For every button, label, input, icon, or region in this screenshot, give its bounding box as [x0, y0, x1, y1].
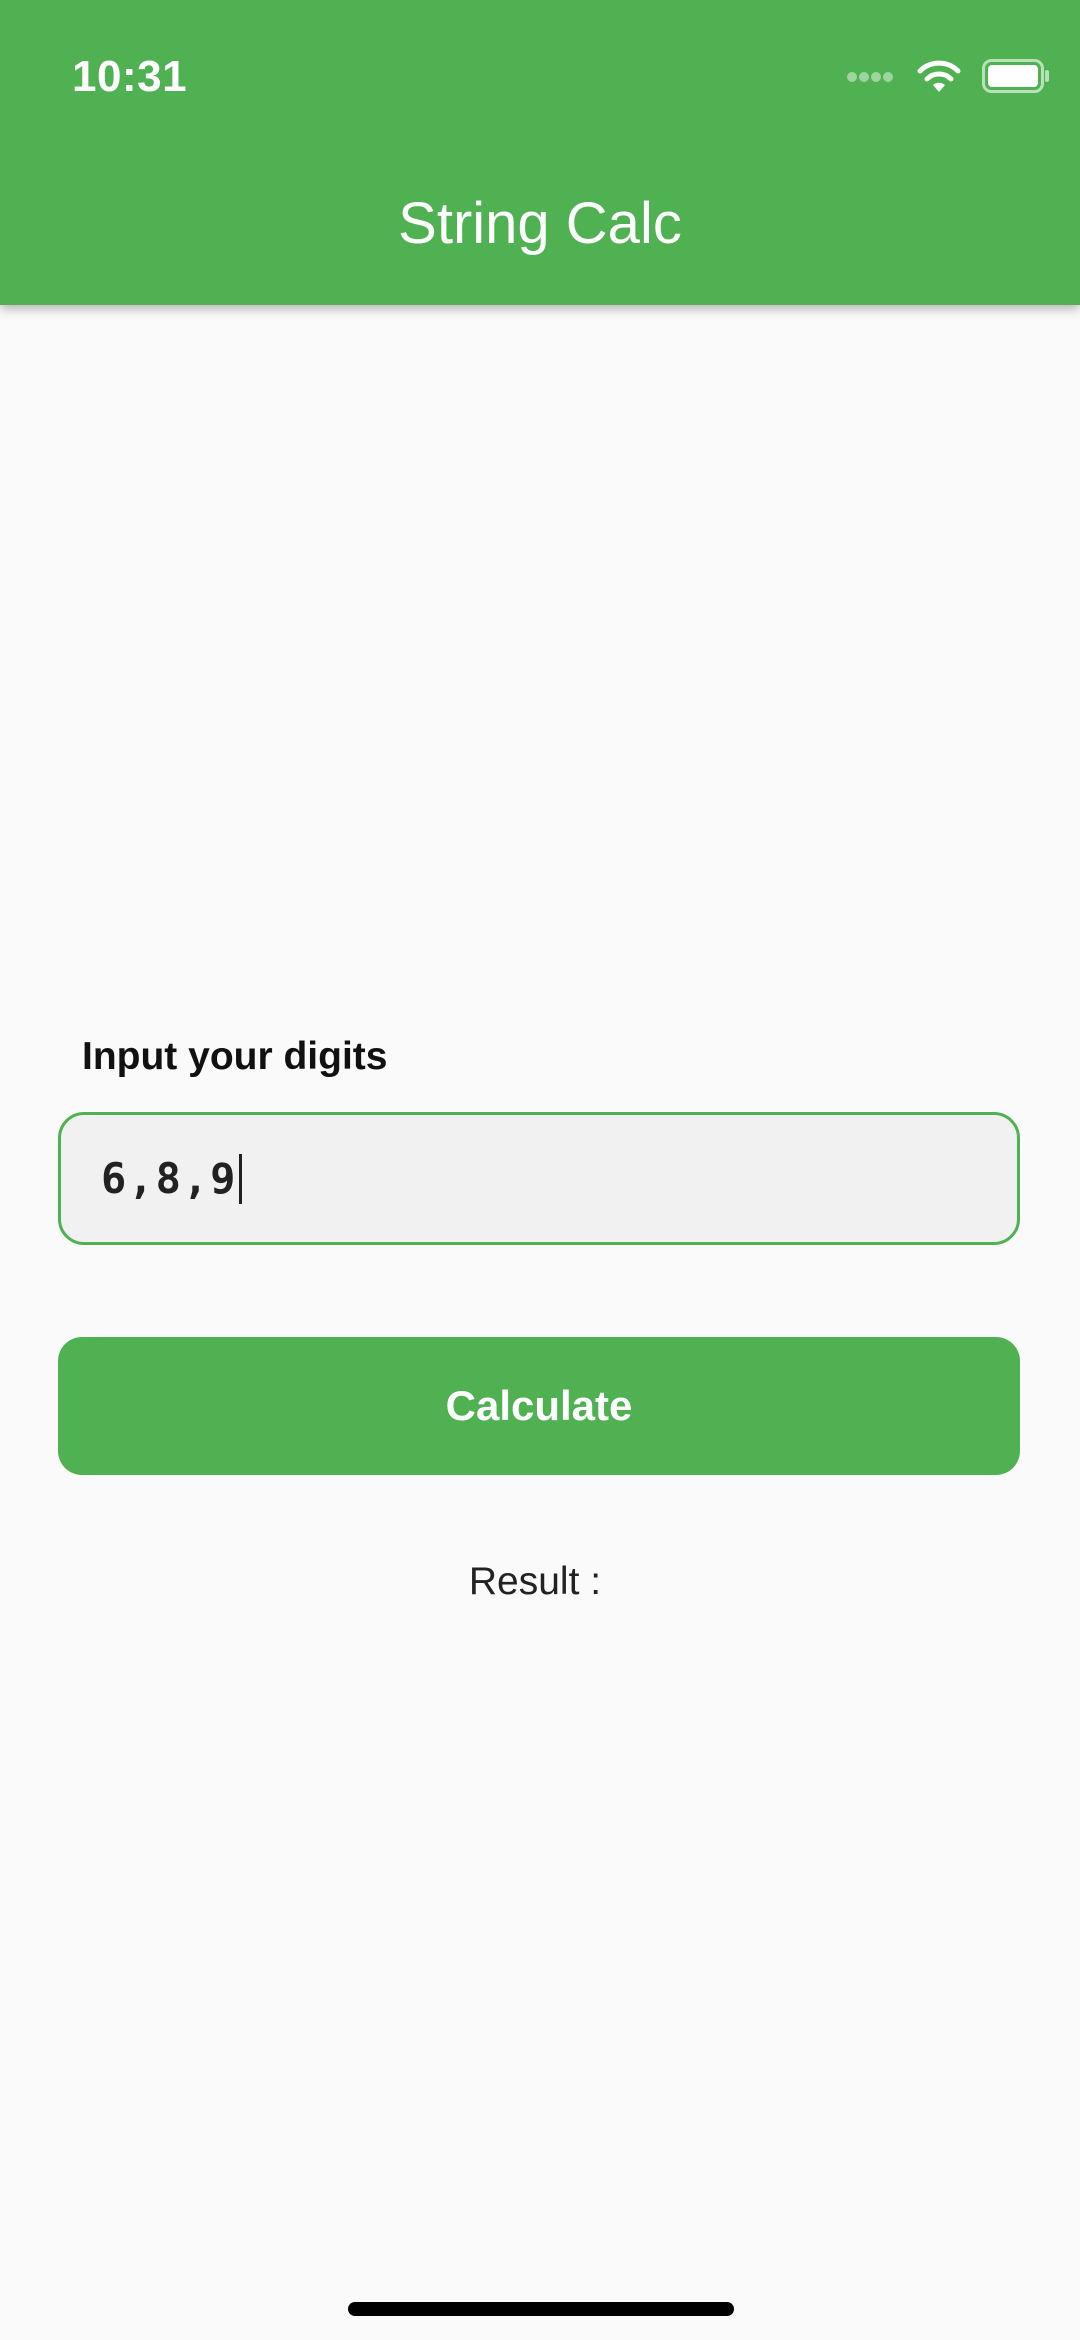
status-time: 10:31	[72, 52, 188, 101]
app-title: String Calc	[398, 191, 682, 256]
status-icons	[846, 58, 1050, 99]
text-caret	[239, 1153, 243, 1204]
battery-icon	[982, 59, 1050, 98]
input-label: Input your digits	[82, 1035, 388, 1078]
home-indicator	[348, 2302, 734, 2316]
digits-input-value: 6,8,9	[101, 1154, 238, 1203]
wifi-icon	[916, 58, 962, 99]
calculate-button-label: Calculate	[445, 1382, 633, 1429]
result-text: Result :	[468, 1560, 602, 1603]
calculate-button[interactable]: Calculate	[58, 1337, 1020, 1475]
cellular-signal-icon	[846, 70, 896, 88]
app-bar: 10:31 String Calc	[0, 0, 1080, 305]
digits-input[interactable]: 6,8,9	[58, 1112, 1020, 1245]
